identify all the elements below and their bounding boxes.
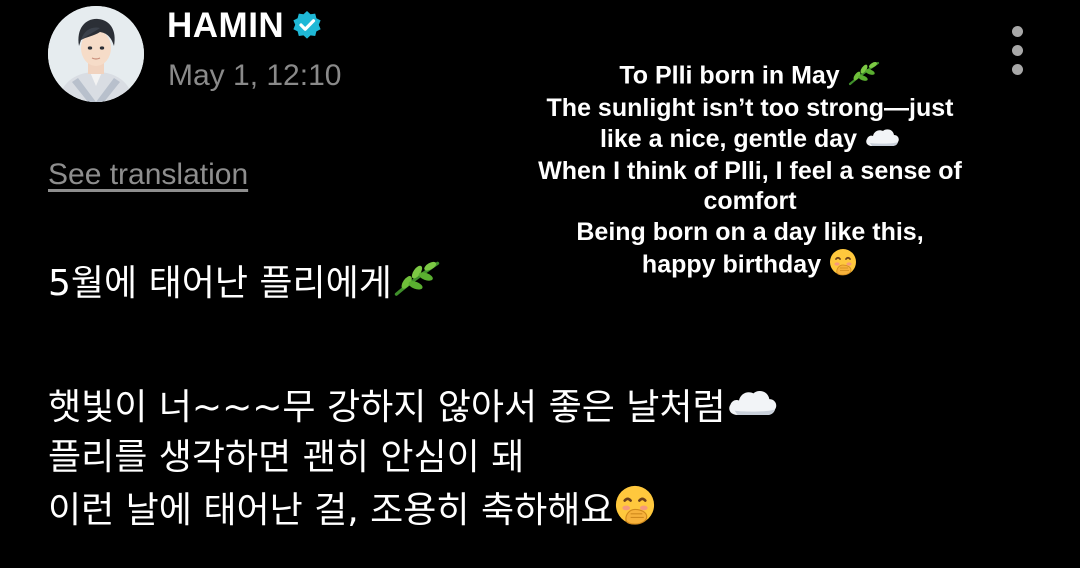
translation-line: The sunlight isn’t too strong—just <box>546 94 954 123</box>
translation-overlay: To Plli born in May The sunlight isn’t t… <box>500 60 1000 285</box>
post-line: 햇빛이 너~~~무 강하지 않아서 좋은 날처럼 <box>48 383 778 433</box>
post-line: 플리를 생각하면 괜히 안심이 돼 <box>48 437 525 478</box>
translation-line: When I think of Plli, I feel a sense of <box>538 156 962 185</box>
more-vertical-icon[interactable] <box>1004 26 1032 78</box>
avatar[interactable] <box>48 6 144 102</box>
translation-line: To Plli born in May <box>500 60 1000 93</box>
hand-over-mouth-emoji <box>613 483 657 541</box>
cloud-emoji <box>726 384 778 434</box>
herb-emoji <box>847 60 881 93</box>
hand-over-mouth-emoji <box>828 247 858 284</box>
cloud-emoji <box>864 125 900 156</box>
author-name[interactable]: HAMIN <box>167 4 324 48</box>
post-body: 5월에 태어난 플리에게 햇빛이 너~~~무 강하지 않아서 좋은 날처럼 플리… <box>48 258 778 533</box>
herb-emoji <box>392 258 442 312</box>
post-line: 5월에 태어난 플리에게 <box>48 258 778 308</box>
translation-line: like a nice, gentle day <box>500 124 1000 156</box>
post-line: 이런 날에 태어난 걸, 조용히 축하해요 <box>48 483 778 533</box>
avatar-illustration <box>48 6 144 102</box>
translation-line: comfort <box>703 187 797 216</box>
author-name-text: HAMIN <box>167 6 285 45</box>
see-translation-link[interactable]: See translation <box>48 155 248 195</box>
translation-line: Being born on a day like this, <box>576 217 924 246</box>
verified-badge-icon <box>290 9 324 43</box>
post-timestamp: May 1, 12:10 <box>168 59 342 92</box>
